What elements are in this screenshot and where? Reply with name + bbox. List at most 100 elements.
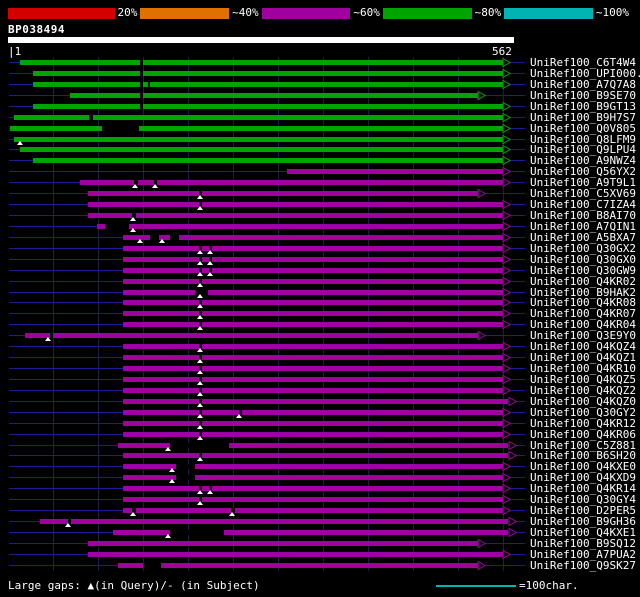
alignment-bar[interactable] <box>88 191 478 196</box>
alignment-bar[interactable] <box>33 158 503 163</box>
query-bar <box>8 37 514 43</box>
alignment-gap <box>176 475 196 480</box>
key-label: ~80% <box>472 7 505 19</box>
arrowhead-icon <box>502 123 512 134</box>
alignment-bar[interactable] <box>123 388 503 393</box>
arrowhead-icon <box>502 144 512 155</box>
alignment-bar[interactable] <box>20 60 503 65</box>
alignment-bar[interactable] <box>97 224 503 229</box>
alignment-bar[interactable] <box>123 486 503 491</box>
alignment-bar[interactable] <box>123 355 503 360</box>
alignment-row: UniRef100_Q4KR06 <box>0 429 640 440</box>
subject-id-label[interactable]: UniRef100_B9H7S7 <box>530 112 636 123</box>
alignment-bar[interactable] <box>123 257 503 262</box>
arrowhead-icon <box>508 440 518 451</box>
large-gaps-legend: Large gaps: ▲(in Query)/- (in Subject) <box>8 579 260 592</box>
alignment-gap <box>170 530 224 535</box>
alignment-plot: UniRef100_C6T4W4UniRef100_UPI000..UniRef… <box>0 57 640 571</box>
alignment-bar[interactable] <box>33 104 503 109</box>
alignment-bar[interactable] <box>123 268 503 273</box>
alignment-bar[interactable] <box>88 552 503 557</box>
alignment-row: UniRef100_Q0V805 <box>0 123 640 134</box>
alignment-bar[interactable] <box>123 279 503 284</box>
alignment-gap <box>170 443 229 448</box>
arrowhead-icon <box>502 363 512 374</box>
alignment-bar[interactable] <box>287 169 503 174</box>
key-label: ~40% <box>229 7 262 19</box>
alignment-bar[interactable] <box>123 311 503 316</box>
arrowhead-icon <box>502 221 512 232</box>
alignment-bar[interactable] <box>123 421 503 426</box>
alignment-gap <box>148 82 151 87</box>
alignment-bar[interactable] <box>40 519 509 524</box>
alignment-bar[interactable] <box>123 432 503 437</box>
alignment-bar[interactable] <box>123 497 503 502</box>
arrowhead-icon <box>502 112 512 123</box>
key-swatch-100pct <box>504 8 593 19</box>
alignment-bar[interactable] <box>118 563 478 568</box>
alignment-gap <box>150 235 159 240</box>
alignment-bar[interactable] <box>123 290 503 295</box>
alignment-gap <box>170 235 179 240</box>
alignment-bar[interactable] <box>25 333 478 338</box>
subject-id-label[interactable]: UniRef100_Q9SK27 <box>530 560 636 571</box>
alignment-overview-screen: 20%~40%~60%~80%~100% BP038494 |1 562 Uni… <box>0 0 640 597</box>
alignment-bar[interactable] <box>10 126 503 131</box>
alignment-bar[interactable] <box>123 410 503 415</box>
subject-id-label[interactable]: UniRef100_Q30GW9 <box>530 265 636 276</box>
arrowhead-icon <box>502 177 512 188</box>
arrowhead-icon <box>502 308 512 319</box>
key-swatch-20pct <box>8 8 115 19</box>
arrowhead-icon <box>477 560 487 571</box>
alignment-gap <box>140 71 144 76</box>
key-swatch-80pct <box>383 8 472 19</box>
alignment-bar[interactable] <box>88 202 503 207</box>
alignment-bar[interactable] <box>123 377 503 382</box>
alignment-bar[interactable] <box>88 213 503 218</box>
alignment-bar[interactable] <box>14 115 503 120</box>
arrowhead-icon <box>502 472 512 483</box>
alignment-bar[interactable] <box>123 453 508 458</box>
alignment-bar[interactable] <box>88 541 478 546</box>
alignment-bar[interactable] <box>123 246 503 251</box>
arrowhead-icon <box>502 494 512 505</box>
subject-id-label[interactable]: UniRef100_Q0V805 <box>530 123 636 134</box>
arrowhead-icon <box>502 79 512 90</box>
arrowhead-icon <box>477 188 487 199</box>
key-swatch-40pct <box>140 8 229 19</box>
key-label: 20% <box>115 7 141 19</box>
alignment-bar[interactable] <box>14 137 503 142</box>
alignment-bar[interactable] <box>80 180 503 185</box>
alignment-bar[interactable] <box>70 93 478 98</box>
alignment-gap <box>143 563 161 568</box>
alignment-row: UniRef100_B9H7S7 <box>0 112 640 123</box>
subject-id-label[interactable]: UniRef100_Q4KR02 <box>530 276 636 287</box>
arrowhead-icon <box>508 516 518 527</box>
alignment-gap <box>105 224 128 229</box>
key-label: ~100% <box>593 7 632 19</box>
alignment-bar[interactable] <box>123 344 503 349</box>
subject-id-label[interactable]: UniRef100_Q4KR06 <box>530 429 636 440</box>
alignment-row: UniRef100_Q9SK27 <box>0 560 640 571</box>
alignment-bar[interactable] <box>123 399 508 404</box>
arrowhead-icon <box>502 385 512 396</box>
alignment-bar[interactable] <box>123 508 503 513</box>
alignment-bar[interactable] <box>123 366 503 371</box>
alignment-bar[interactable] <box>123 300 503 305</box>
alignment-bar[interactable] <box>33 82 503 87</box>
query-name: BP038494 <box>8 23 65 36</box>
arrowhead-icon <box>502 101 512 112</box>
alignment-bar[interactable] <box>123 322 503 327</box>
arrowhead-icon <box>508 527 518 538</box>
alignment-bar[interactable] <box>33 71 503 76</box>
arrowhead-icon <box>508 396 518 407</box>
arrowhead-icon <box>502 429 512 440</box>
alignment-bar[interactable] <box>20 147 503 152</box>
alignment-gap <box>140 93 144 98</box>
alignment-bar[interactable] <box>123 235 503 240</box>
arrowhead-icon <box>502 57 512 68</box>
alignment-gap <box>140 82 144 87</box>
arrowhead-icon <box>502 243 512 254</box>
arrowhead-icon <box>508 450 518 461</box>
arrowhead-icon <box>502 155 512 166</box>
